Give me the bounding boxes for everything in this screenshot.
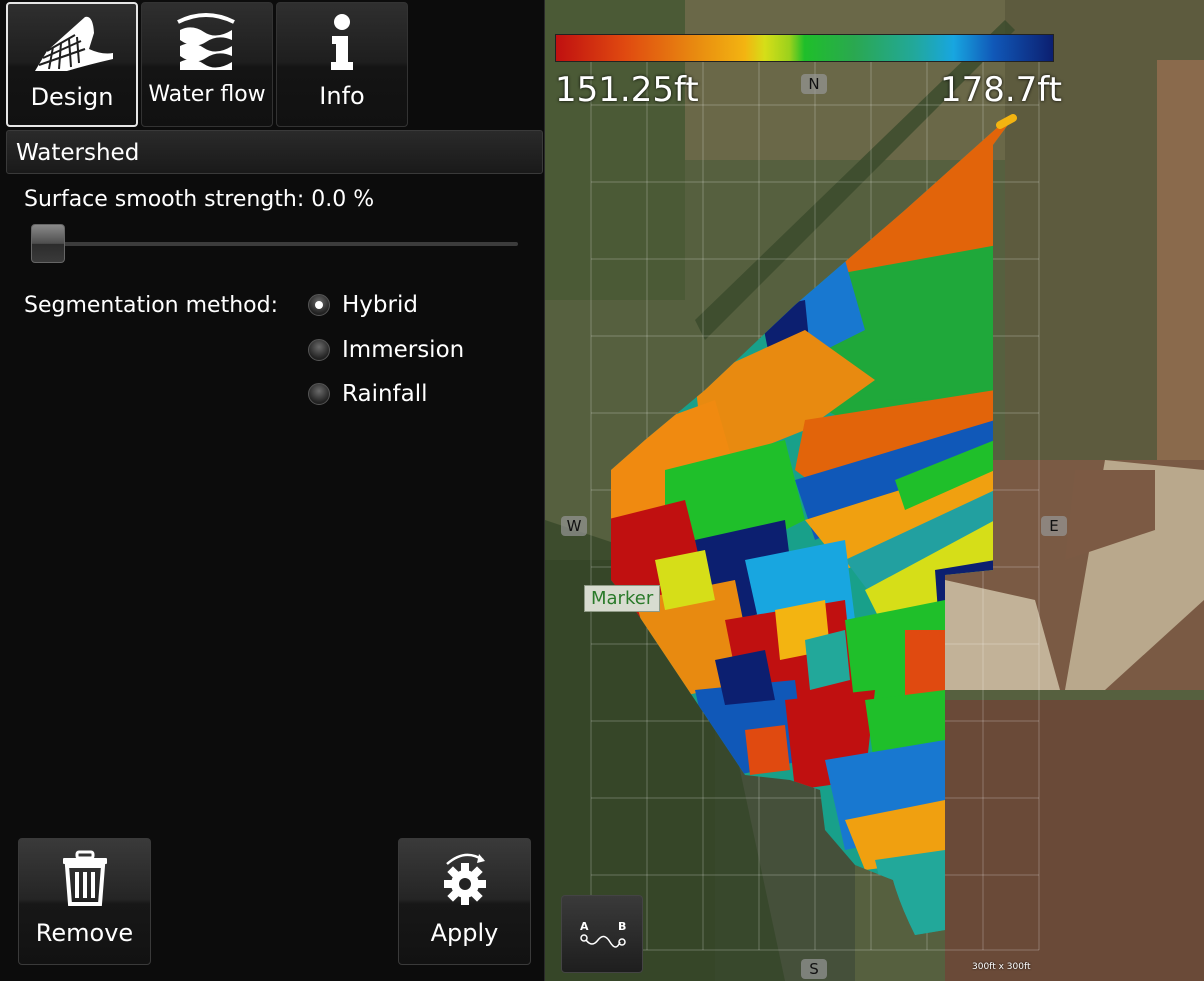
tab-design-label: Design xyxy=(30,83,114,111)
tab-water-flow[interactable]: Water flow xyxy=(141,2,273,127)
smooth-strength-slider-thumb[interactable] xyxy=(31,224,65,263)
water-flow-icon xyxy=(142,11,272,73)
radio-rainfall-dot[interactable] xyxy=(308,383,330,405)
remove-button[interactable]: Remove xyxy=(18,838,151,965)
marker-label[interactable]: Marker xyxy=(584,585,661,612)
smooth-strength-text: Surface smooth strength: xyxy=(24,187,305,212)
gear-apply-icon xyxy=(399,847,530,909)
info-icon xyxy=(277,11,407,73)
satellite-map xyxy=(545,0,1204,981)
compass-east: E xyxy=(1041,516,1067,536)
section-header: Watershed xyxy=(6,130,543,174)
tab-info[interactable]: Info xyxy=(276,2,408,127)
watershed-panel: Design Water flow Info Watershed Surface… xyxy=(0,0,545,981)
apply-button-label: Apply xyxy=(430,919,499,947)
segmentation-method-label: Segmentation method: xyxy=(24,293,278,318)
radio-hybrid-label: Hybrid xyxy=(342,292,418,318)
radio-immersion-label: Immersion xyxy=(342,337,465,363)
apply-button[interactable]: Apply xyxy=(398,838,531,965)
compass-south: S xyxy=(801,959,827,979)
tab-design[interactable]: Design xyxy=(6,2,138,127)
radio-immersion-dot[interactable] xyxy=(308,339,330,361)
profile-label-a: A xyxy=(580,920,589,933)
radio-rainfall-label: Rainfall xyxy=(342,381,428,407)
tab-info-label: Info xyxy=(319,82,365,110)
profile-ab-icon: A B xyxy=(580,920,626,948)
remove-button-label: Remove xyxy=(35,919,134,947)
grid-scale-label: 300ft x 300ft xyxy=(972,962,1031,972)
map-view[interactable]: 151.25ft 178.7ft N S W E Marker A B 300f… xyxy=(545,0,1204,981)
smooth-strength-value: 0.0 % xyxy=(311,187,375,212)
field-design-icon xyxy=(8,12,136,74)
compass-north: N xyxy=(801,74,827,94)
smooth-strength-label: Surface smooth strength: 0.0 % xyxy=(24,187,374,212)
section-title: Watershed xyxy=(16,140,140,166)
compass-west: W xyxy=(561,516,587,536)
smooth-strength-slider-track[interactable] xyxy=(34,242,518,246)
legend-max-value: 178.7ft xyxy=(939,70,1062,110)
elevation-legend-bar xyxy=(555,34,1054,62)
elevation-profile-button[interactable]: A B xyxy=(561,895,643,973)
radio-immersion[interactable]: Immersion xyxy=(308,335,464,365)
legend-min-value: 151.25ft xyxy=(555,70,699,110)
profile-label-b: B xyxy=(618,920,626,933)
trash-icon xyxy=(19,847,150,909)
radio-rainfall[interactable]: Rainfall xyxy=(308,379,428,409)
radio-hybrid-dot[interactable] xyxy=(308,294,330,316)
tab-water-flow-label: Water flow xyxy=(148,82,266,107)
radio-hybrid[interactable]: Hybrid xyxy=(308,290,418,320)
